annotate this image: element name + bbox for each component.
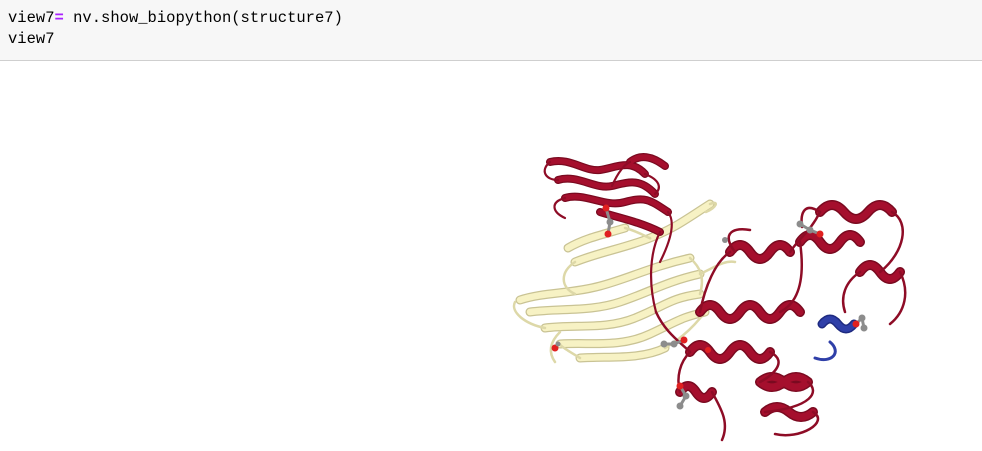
chain-b-cartoon [543,153,907,442]
molecule-viewer[interactable] [0,62,982,451]
code-line-2: view7 [8,30,55,48]
code-var: view7 [8,9,55,27]
code-cell-input[interactable]: view7= nv.show_biopython(structure7) vie… [0,0,982,61]
code-call: nv.show_biopython(structure7) [63,9,343,27]
molecule-canvas[interactable] [0,62,982,451]
chain-a-cartoon [512,199,737,364]
code-editor[interactable]: view7= nv.show_biopython(structure7) vie… [8,8,343,50]
chain-c-cartoon [813,314,859,361]
code-operator: = [54,9,64,27]
